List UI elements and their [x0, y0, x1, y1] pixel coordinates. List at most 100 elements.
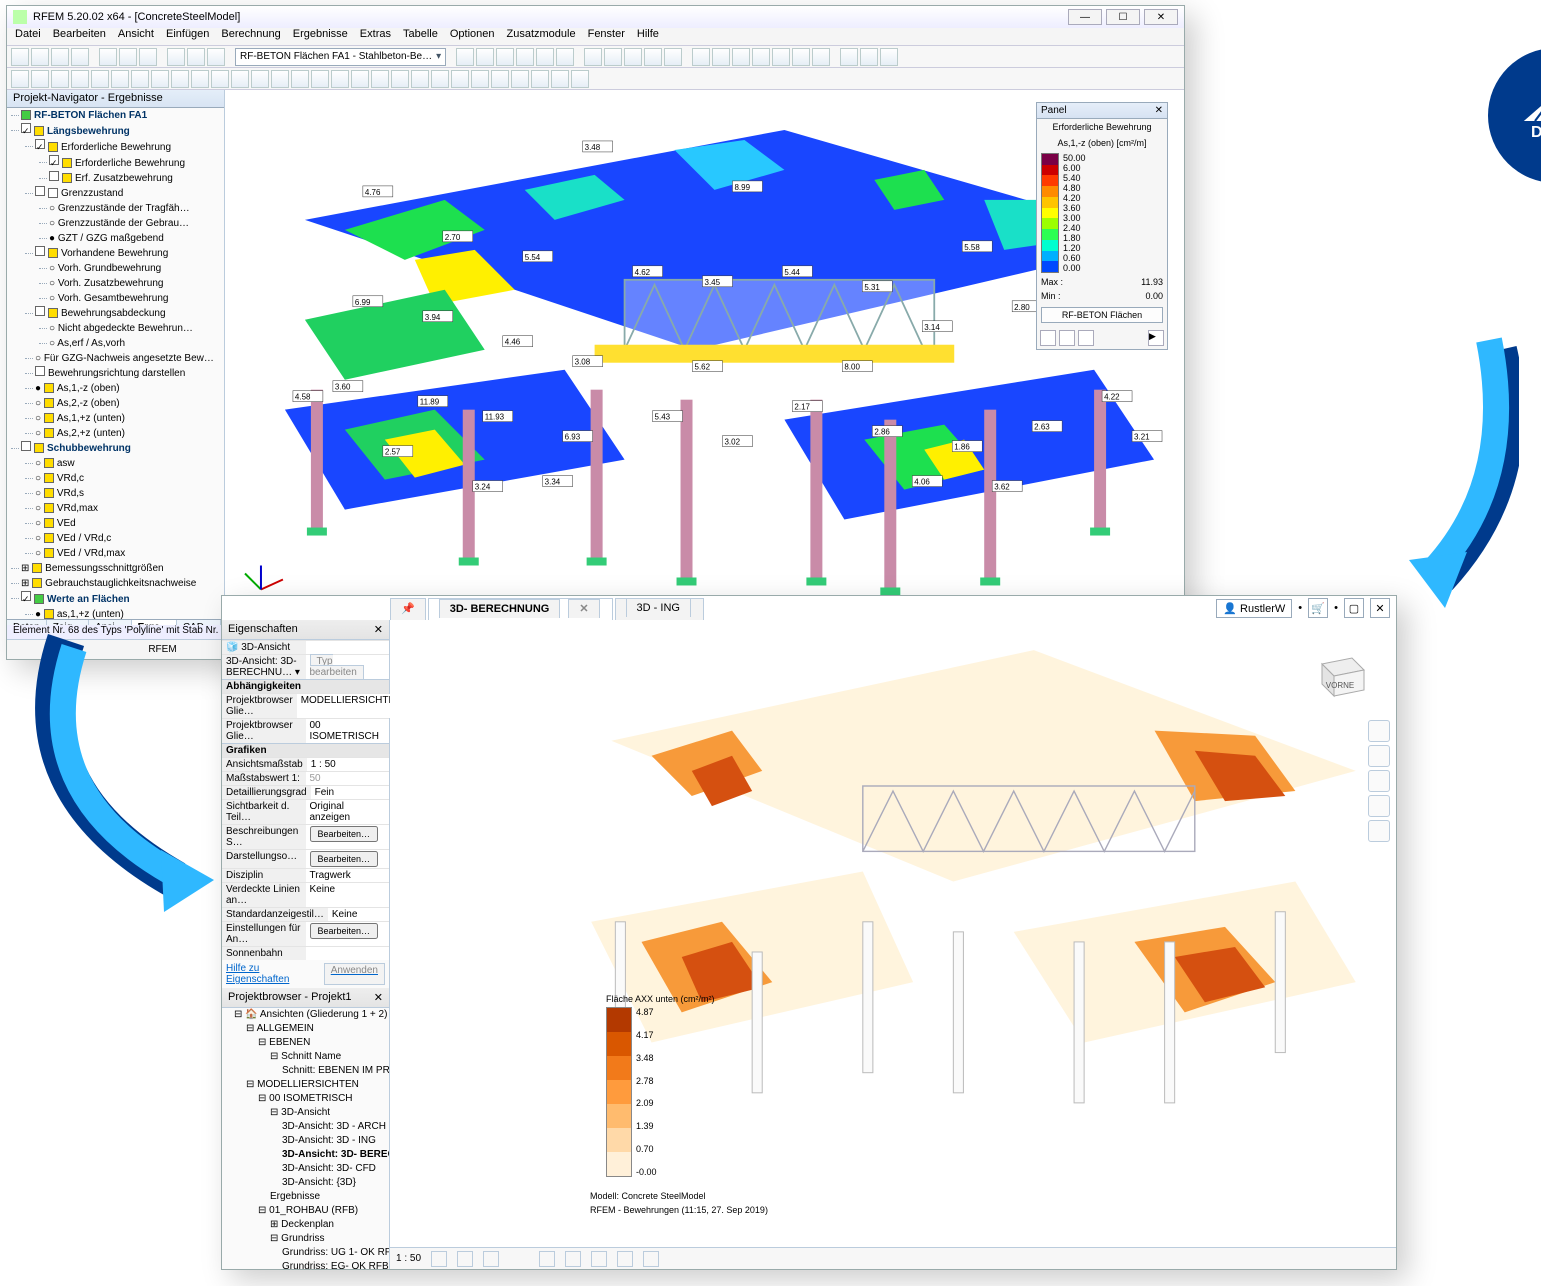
panel-icon[interactable]: [1078, 330, 1094, 346]
tool-icon[interactable]: [351, 70, 369, 88]
tool-icon[interactable]: [556, 48, 574, 66]
tool-icon[interactable]: [291, 70, 309, 88]
tool-icon[interactable]: [71, 70, 89, 88]
tool-icon[interactable]: [271, 70, 289, 88]
tool-icon[interactable]: [476, 48, 494, 66]
menu-ansicht[interactable]: Ansicht: [118, 28, 154, 45]
menu-einfuegen[interactable]: Einfügen: [166, 28, 209, 45]
tool-icon[interactable]: [31, 70, 49, 88]
tool-icon[interactable]: [411, 70, 429, 88]
close-icon[interactable]: ✕: [374, 623, 383, 636]
tool-icon[interactable]: [71, 48, 89, 66]
tool-icon[interactable]: [131, 70, 149, 88]
menu-extras[interactable]: Extras: [360, 28, 391, 45]
status-icon[interactable]: [457, 1251, 473, 1267]
tool-icon[interactable]: [604, 48, 622, 66]
rfem-3d-viewport[interactable]: 4.763.488.992.705.544.623.455.445.315.58…: [225, 90, 1184, 637]
tool-icon[interactable]: [664, 48, 682, 66]
tool-icon[interactable]: [119, 48, 137, 66]
tool-icon[interactable]: [11, 48, 29, 66]
tool-icon[interactable]: [311, 70, 329, 88]
status-icon[interactable]: [617, 1251, 633, 1267]
tool-icon[interactable]: [111, 70, 129, 88]
panel-icon[interactable]: [1040, 330, 1056, 346]
bim-3d-viewport[interactable]: Fläche AXX unten (cm²/m²) 4.874.173.482.…: [390, 620, 1396, 1247]
tool-icon[interactable]: [391, 70, 409, 88]
tab-3d-berechnung[interactable]: 3D- BERECHNUNG✕: [428, 598, 613, 620]
tool-icon[interactable]: [644, 48, 662, 66]
panel-expand-icon[interactable]: ▶: [1148, 330, 1164, 346]
zoom-icon[interactable]: [1368, 770, 1390, 792]
project-browser-tree[interactable]: ⊟ 🏠 Ansichten (Gliederung 1 + 2) ⊟ ALLGE…: [222, 1008, 389, 1269]
tool-icon[interactable]: [860, 48, 878, 66]
status-icon[interactable]: [591, 1251, 607, 1267]
nav-tree[interactable]: RF-BETON Flächen FA1 Längsbewehrung Erfo…: [7, 108, 224, 619]
tool-icon[interactable]: [516, 48, 534, 66]
help-link[interactable]: Hilfe zu Eigenschaften: [226, 963, 324, 985]
tool-icon[interactable]: [712, 48, 730, 66]
tool-icon[interactable]: [584, 48, 602, 66]
tool-icon[interactable]: [99, 48, 117, 66]
tool-icon[interactable]: [31, 48, 49, 66]
rf-beton-button[interactable]: RF-BETON Flächen: [1041, 307, 1163, 323]
tool-icon[interactable]: [207, 48, 225, 66]
status-icon[interactable]: [539, 1251, 555, 1267]
pan-icon[interactable]: [1368, 745, 1390, 767]
menu-ergebnisse[interactable]: Ergebnisse: [293, 28, 348, 45]
tool-icon[interactable]: [187, 48, 205, 66]
close-button[interactable]: ✕: [1144, 9, 1178, 25]
apply-button[interactable]: Anwenden: [324, 963, 385, 985]
tool-icon[interactable]: [167, 48, 185, 66]
tool-icon[interactable]: [511, 70, 529, 88]
menu-datei[interactable]: Datei: [15, 28, 41, 45]
close-icon[interactable]: ✕: [374, 991, 383, 1004]
user-button[interactable]: RustlerW: [1216, 599, 1292, 618]
menu-bearbeiten[interactable]: Bearbeiten: [53, 28, 106, 45]
tool-icon[interactable]: [451, 70, 469, 88]
tool-icon[interactable]: [171, 70, 189, 88]
tool-icon[interactable]: [431, 70, 449, 88]
doc-tab-pin[interactable]: 📌: [390, 598, 426, 620]
results-panel[interactable]: Panel Erforderliche Bewehrung As,1,-z (o…: [1036, 102, 1168, 350]
tool-icon[interactable]: [792, 48, 810, 66]
tool-icon[interactable]: [51, 70, 69, 88]
tool-icon[interactable]: [251, 70, 269, 88]
close-button[interactable]: ✕: [1370, 598, 1390, 618]
panel-icon[interactable]: [1059, 330, 1075, 346]
home-icon[interactable]: [1368, 820, 1390, 842]
tool-icon[interactable]: [772, 48, 790, 66]
tool-icon[interactable]: [880, 48, 898, 66]
menu-hilfe[interactable]: Hilfe: [637, 28, 659, 45]
edit-button[interactable]: Bearbeiten…: [310, 826, 379, 842]
edit-type-button[interactable]: Typ bearbeiten: [310, 654, 364, 680]
menu-tabelle[interactable]: Tabelle: [403, 28, 438, 45]
tool-icon[interactable]: [191, 70, 209, 88]
menu-fenster[interactable]: Fenster: [588, 28, 625, 45]
maximize-button[interactable]: ☐: [1106, 9, 1140, 25]
tool-icon[interactable]: [551, 70, 569, 88]
tool-icon[interactable]: [51, 48, 69, 66]
tool-icon[interactable]: [151, 70, 169, 88]
tool-icon[interactable]: [331, 70, 349, 88]
restore-button[interactable]: ▢: [1344, 598, 1364, 618]
edit-button[interactable]: Bearbeiten…: [310, 923, 379, 939]
menu-berechnung[interactable]: Berechnung: [221, 28, 280, 45]
tool-icon[interactable]: [231, 70, 249, 88]
status-icon[interactable]: [483, 1251, 499, 1267]
scale-label[interactable]: 1 : 50: [396, 1253, 421, 1264]
edit-button[interactable]: Bearbeiten…: [310, 851, 379, 867]
menu-zusatzmodule[interactable]: Zusatzmodule: [507, 28, 576, 45]
tool-icon[interactable]: [471, 70, 489, 88]
tool-icon[interactable]: [139, 48, 157, 66]
menu-optionen[interactable]: Optionen: [450, 28, 495, 45]
status-icon[interactable]: [565, 1251, 581, 1267]
tool-icon[interactable]: [211, 70, 229, 88]
status-icon[interactable]: [431, 1251, 447, 1267]
cart-icon[interactable]: 🛒: [1308, 598, 1328, 618]
tool-icon[interactable]: [491, 70, 509, 88]
tool-icon[interactable]: [840, 48, 858, 66]
tool-icon[interactable]: [91, 70, 109, 88]
view-cube[interactable]: VORNE: [1312, 646, 1368, 702]
nav-wheel-icon[interactable]: [1368, 720, 1390, 742]
tool-icon[interactable]: [11, 70, 29, 88]
